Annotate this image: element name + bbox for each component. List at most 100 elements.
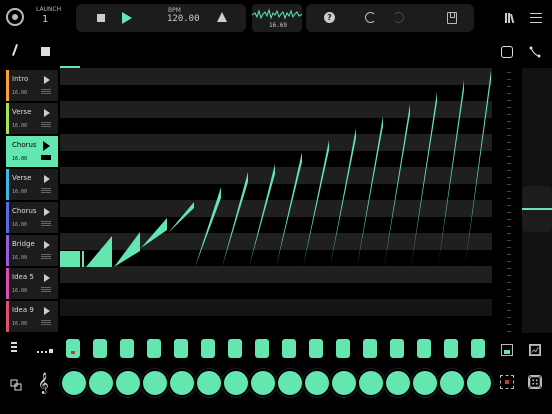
step-button[interactable] <box>336 339 350 358</box>
step-button[interactable] <box>363 339 377 358</box>
curve-tool-icon[interactable] <box>528 45 542 59</box>
step-button[interactable] <box>309 339 323 358</box>
track-play-icon[interactable] <box>44 175 50 183</box>
pencil-icon[interactable] <box>12 44 18 56</box>
track-3[interactable]: Verse 16.00 <box>6 169 58 200</box>
track-play-icon[interactable] <box>44 274 50 282</box>
step-button[interactable] <box>228 339 242 358</box>
step-button[interactable] <box>471 339 485 358</box>
track-length: 16.00 <box>12 90 28 96</box>
undo-icon[interactable] <box>365 12 376 23</box>
track-5[interactable]: Bridge 16.00 <box>6 235 58 266</box>
step-button[interactable] <box>255 339 269 358</box>
track-6[interactable]: Idea 5 16.00 <box>6 268 58 299</box>
notes-layer[interactable] <box>60 68 492 333</box>
pad-button[interactable] <box>116 371 140 395</box>
track-4[interactable]: Chorus 16.00 <box>6 202 58 233</box>
loop-icon[interactable] <box>501 46 513 58</box>
pad-button[interactable] <box>143 371 167 395</box>
pad-button[interactable] <box>305 371 329 395</box>
menu-icon[interactable] <box>530 13 542 23</box>
group-icon[interactable] <box>10 379 22 391</box>
clef-icon[interactable]: 𝄞 <box>38 373 49 394</box>
ruler-tick <box>507 212 511 213</box>
track-grip-icon[interactable] <box>41 254 51 259</box>
track-grip-icon[interactable] <box>41 320 51 325</box>
note-marker <box>80 251 82 267</box>
play-icon[interactable] <box>122 12 132 24</box>
focus-icon[interactable] <box>500 375 514 389</box>
track-grip-icon[interactable] <box>41 287 51 292</box>
pad-button[interactable] <box>89 371 113 395</box>
step-button[interactable] <box>120 339 134 358</box>
square-tool-icon[interactable] <box>41 47 50 56</box>
track-length: 16.00 <box>12 288 28 294</box>
launch-value[interactable]: 1 <box>42 14 48 25</box>
pad-button[interactable] <box>251 371 275 395</box>
help-icon[interactable]: ? <box>324 12 335 23</box>
track-grip-icon[interactable] <box>41 221 51 226</box>
track-play-icon[interactable] <box>44 208 50 216</box>
track-2[interactable]: Chorus 16.00 <box>6 136 58 167</box>
pad-button[interactable] <box>197 371 221 395</box>
step-record-icon[interactable] <box>501 344 513 356</box>
track-grip-icon[interactable] <box>41 89 51 94</box>
ruler-tick <box>507 289 511 290</box>
pad-button[interactable] <box>440 371 464 395</box>
ruler-tick <box>507 149 511 150</box>
ruler-tick <box>507 303 511 304</box>
track-name: Bridge <box>12 240 35 248</box>
grid-icon[interactable] <box>528 375 542 389</box>
track-play-icon[interactable] <box>44 241 50 249</box>
step-button[interactable] <box>147 339 161 358</box>
warning-icon[interactable] <box>217 12 227 22</box>
library-icon[interactable] <box>504 12 516 24</box>
note <box>276 152 302 267</box>
bpm-value[interactable]: 120.00 <box>167 14 200 24</box>
pad-button[interactable] <box>359 371 383 395</box>
note <box>330 128 356 267</box>
step-size-icon[interactable] <box>11 342 17 356</box>
beat-icon[interactable] <box>37 348 55 354</box>
step-button[interactable] <box>93 339 107 358</box>
step-button[interactable] <box>66 339 80 358</box>
redo-icon[interactable] <box>393 12 404 23</box>
step-button[interactable] <box>201 339 215 358</box>
track-grip-icon[interactable] <box>41 122 51 127</box>
track-1[interactable]: Verse 16.00 <box>6 103 58 134</box>
track-grip-icon[interactable] <box>41 188 51 193</box>
track-play-icon[interactable] <box>44 307 50 315</box>
record-button[interactable] <box>6 8 24 26</box>
save-icon[interactable] <box>447 12 457 24</box>
step-button[interactable] <box>174 339 188 358</box>
ruler-tick <box>507 128 511 129</box>
step-button[interactable] <box>417 339 431 358</box>
pad-button[interactable] <box>332 371 356 395</box>
pad-button[interactable] <box>224 371 248 395</box>
stop-icon[interactable] <box>97 14 105 22</box>
ruler-tick <box>507 296 511 297</box>
step-button[interactable] <box>390 339 404 358</box>
step-button[interactable] <box>444 339 458 358</box>
track-play-icon[interactable] <box>44 109 50 117</box>
ruler-tick <box>507 275 511 276</box>
step-button[interactable] <box>282 339 296 358</box>
pad-button[interactable] <box>386 371 410 395</box>
track-7[interactable]: Idea 9 16.00 <box>6 301 58 332</box>
pad-button[interactable] <box>62 371 86 395</box>
track-0[interactable]: Intro 16.00 <box>6 70 58 101</box>
level-indicator <box>522 208 552 210</box>
track-grip-icon[interactable] <box>41 155 51 160</box>
note <box>411 92 437 267</box>
track-name: Chorus <box>12 207 37 215</box>
ruler-tick <box>507 233 511 234</box>
pad-button[interactable] <box>170 371 194 395</box>
note <box>438 80 464 267</box>
pad-button[interactable] <box>413 371 437 395</box>
track-play-icon[interactable] <box>43 141 50 151</box>
pad-button[interactable] <box>278 371 302 395</box>
note <box>357 116 383 267</box>
chart-icon[interactable] <box>529 344 541 356</box>
track-play-icon[interactable] <box>44 76 50 84</box>
pad-button[interactable] <box>467 371 491 395</box>
